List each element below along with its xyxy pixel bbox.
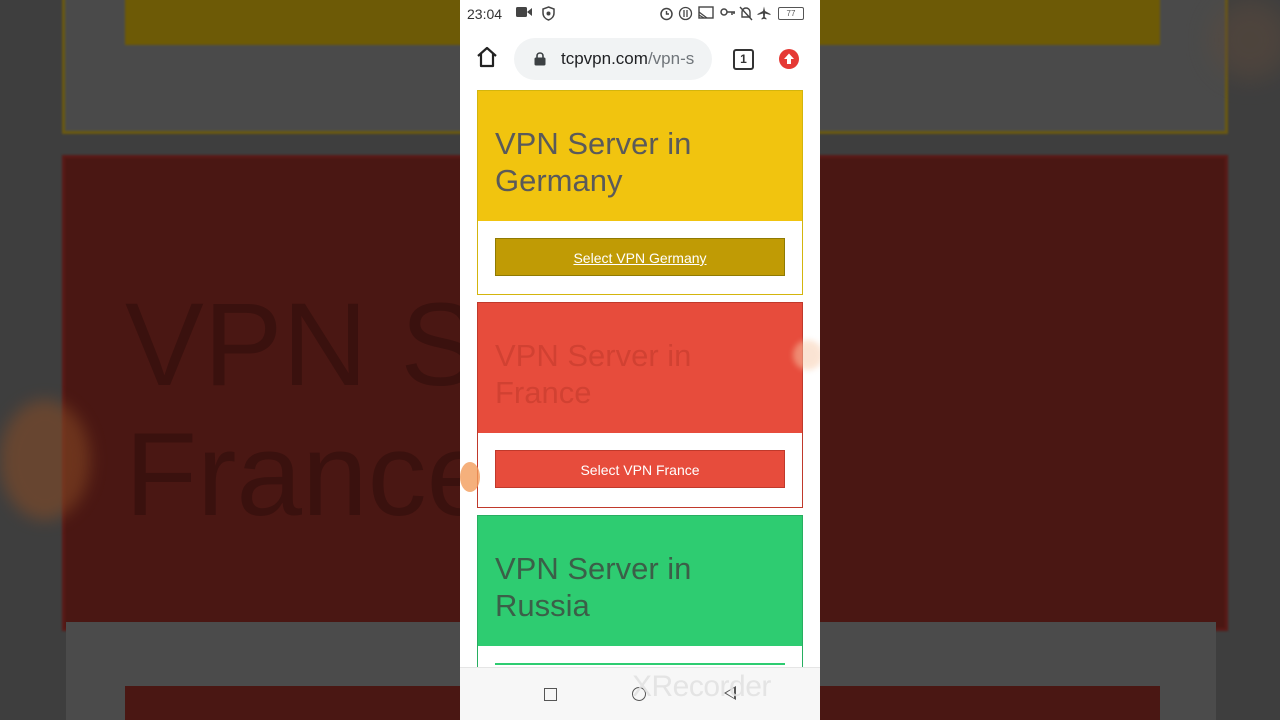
card-title-line-1: VPN Server in bbox=[495, 338, 692, 373]
background-glow bbox=[1210, 0, 1280, 80]
cast-icon bbox=[698, 6, 714, 23]
tab-switcher-icon[interactable]: 1 bbox=[733, 49, 754, 70]
system-navigation-bar: XRecorder bbox=[460, 667, 820, 720]
recents-icon[interactable] bbox=[544, 688, 557, 701]
url-host: tcpvpn.com bbox=[561, 49, 648, 68]
status-bar: 23:04 77 bbox=[460, 0, 820, 28]
video-record-icon bbox=[516, 6, 532, 21]
data-saver-icon bbox=[678, 6, 693, 24]
chrome-update-icon[interactable] bbox=[779, 49, 799, 69]
card-title: VPN Server in Germany bbox=[495, 125, 691, 199]
url-text: tcpvpn.com/vpn-s bbox=[561, 49, 694, 69]
server-card-france: VPN Server in France Select VPN France bbox=[477, 302, 803, 508]
card-header: VPN Server in France bbox=[478, 303, 802, 433]
touch-indicator-faint bbox=[793, 340, 820, 370]
card-header: VPN Server in Russia bbox=[478, 516, 802, 646]
status-time: 23:04 bbox=[467, 6, 503, 22]
server-card-russia: VPN Server in Russia bbox=[477, 515, 803, 667]
card-header: VPN Server in Germany bbox=[478, 91, 802, 221]
card-title-line-1: VPN Server in bbox=[495, 126, 692, 161]
touch-indicator bbox=[460, 462, 480, 492]
web-content[interactable]: VPN Server in Germany Select VPN Germany… bbox=[460, 90, 820, 667]
select-vpn-france-button[interactable]: Select VPN France bbox=[495, 450, 785, 488]
background-orange-blob bbox=[0, 400, 90, 520]
card-title: VPN Server in France bbox=[495, 337, 691, 411]
mute-bell-icon bbox=[739, 6, 753, 24]
battery-indicator: 77 bbox=[778, 7, 804, 20]
key-icon bbox=[720, 6, 736, 21]
phone-screen: 23:04 77 tcpvpn.com/vpn-s 1 VPN Server i… bbox=[460, 0, 820, 720]
shield-icon bbox=[541, 6, 556, 24]
recorder-watermark: XRecorder bbox=[632, 670, 771, 703]
airplane-icon bbox=[757, 6, 771, 23]
browser-toolbar: tcpvpn.com/vpn-s 1 bbox=[460, 28, 820, 118]
card-title-line-2: France bbox=[495, 375, 592, 410]
home-icon[interactable] bbox=[474, 44, 500, 70]
alarm-icon bbox=[659, 6, 674, 24]
url-path: /vpn-s bbox=[647, 49, 695, 68]
card-title: VPN Server in Russia bbox=[495, 550, 691, 624]
lock-icon bbox=[534, 52, 546, 66]
card-title-line-2: Germany bbox=[495, 163, 623, 198]
server-card-germany: VPN Server in Germany Select VPN Germany bbox=[477, 90, 803, 295]
card-title-line-2: Russia bbox=[495, 588, 590, 623]
select-vpn-germany-button[interactable]: Select VPN Germany bbox=[495, 238, 785, 276]
card-title-line-1: VPN Server in bbox=[495, 551, 692, 586]
address-bar[interactable]: tcpvpn.com/vpn-s bbox=[514, 38, 712, 80]
